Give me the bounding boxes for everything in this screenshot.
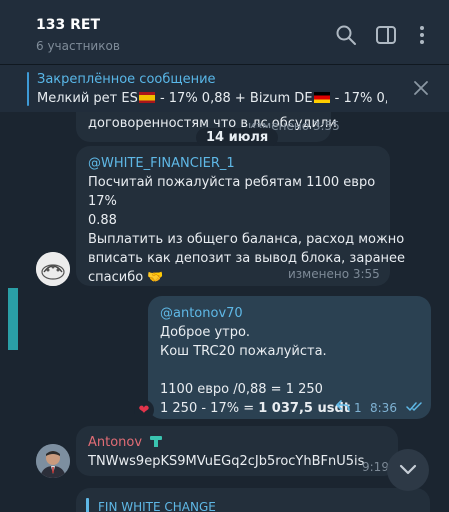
group-logo-icon <box>36 252 70 286</box>
message-list[interactable]: договоренностям что в лс обсудили измене… <box>0 112 449 512</box>
scroll-down-button[interactable] <box>387 449 429 491</box>
message-bubble[interactable]: @WHITE_FINANCIER_1 Посчитай пожалуйста р… <box>76 146 405 286</box>
message-bubble[interactable]: @antonov70 Доброе утро. Кош TRC20 пожалу… <box>148 296 431 419</box>
message-line: 1 250 - 17% = <box>160 401 259 416</box>
avatar[interactable] <box>36 444 70 478</box>
message-line: Кош TRC20 пожалуйста. <box>160 344 327 359</box>
message-line: 1100 евро /0,88 = 1 250 <box>160 382 323 397</box>
user-photo-icon <box>36 444 70 478</box>
pinned-indicator <box>27 72 29 106</box>
chat-member-count: 6 участников <box>36 39 120 53</box>
sender-name[interactable]: Antonov <box>88 435 142 450</box>
close-icon[interactable] <box>412 79 430 97</box>
pinned-title: Закреплённое сообщение <box>37 72 216 87</box>
pinned-text-part: Мелкий рет ES <box>37 91 138 106</box>
handshake-emoji: 🤝 <box>147 270 164 285</box>
message-line: 0.88 <box>88 213 117 228</box>
pinned-message-bar[interactable]: Закреплённое сообщение Мелкий рет ES - 1… <box>0 64 449 112</box>
chat-title[interactable]: 133 RET <box>36 17 100 33</box>
selection-indicator <box>8 288 18 350</box>
forwarded-header: FIN WHITE CHANGE <box>98 500 216 512</box>
message-meta: изменено 3:55 <box>288 267 380 281</box>
sidebar-toggle-icon[interactable] <box>375 24 397 46</box>
message-time: 8:36 <box>370 401 397 415</box>
pinned-text: Мелкий рет ES - 17% 0,88 + Bizum DE - 17… <box>37 91 387 106</box>
more-vertical-icon[interactable] <box>411 24 433 46</box>
message-text: TNWws9epKS9MVuEGq2cJb5rocYhBFnU5is <box>88 454 365 469</box>
mention-link[interactable]: @WHITE_FINANCIER_1 <box>88 154 235 173</box>
read-checkmarks-icon <box>406 402 422 411</box>
message-bubble[interactable]: FIN WHITE CHANGE <box>76 488 430 512</box>
message-time: 9:19 <box>362 460 389 474</box>
pinned-text-part: - 17% 0,8... <box>334 91 387 106</box>
mention-link[interactable]: @antonov70 <box>160 304 243 323</box>
chevron-down-icon <box>399 464 417 475</box>
avatar[interactable] <box>36 252 70 286</box>
search-icon[interactable] <box>335 24 357 46</box>
emoji-status-icon <box>150 436 163 447</box>
spain-flag-icon <box>138 92 155 103</box>
message-line: спасибо <box>88 270 144 285</box>
message-line: Посчитай пожалуйста ребятам 1100 евро <box>88 175 376 190</box>
germany-flag-icon <box>313 92 330 103</box>
reply-icon[interactable] <box>336 400 350 412</box>
quote-bar <box>86 498 89 512</box>
message-line: Выплатить из общего баланса, расход можн… <box>88 232 405 247</box>
chat-header: 133 RET 6 участников <box>0 0 449 64</box>
message-line: 17% <box>88 194 117 209</box>
message-line: Доброе утро. <box>160 325 251 340</box>
pinned-text-part: - 17% 0,88 + Bizum DE <box>155 91 313 106</box>
message-bubble[interactable]: Antonov TNWws9epKS9MVuEGq2cJb5rocYhBFnU5… <box>76 426 398 476</box>
date-separator: 14 июля <box>196 128 279 147</box>
reply-count[interactable]: 1 <box>354 399 362 418</box>
heart-reaction-icon[interactable]: ❤ <box>134 400 154 420</box>
